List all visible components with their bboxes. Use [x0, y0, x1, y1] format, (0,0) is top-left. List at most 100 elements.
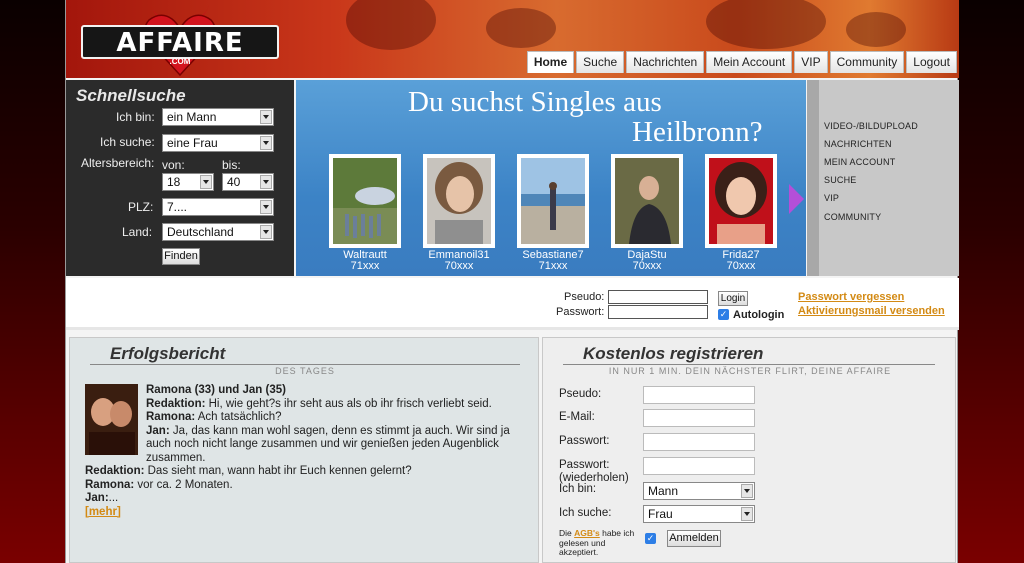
reg-password2-input[interactable]	[643, 457, 755, 475]
profile-thumb[interactable]	[611, 154, 683, 248]
reg-email-label: E-Mail:	[559, 411, 595, 423]
reg-i-am-select[interactable]: Mann	[643, 482, 755, 500]
profile-thumb[interactable]	[705, 154, 777, 248]
site-logo[interactable]: AFFAIRE .COM	[81, 3, 281, 78]
side-links: VIDEO-/BILDUPLOAD NACHRICHTEN MEIN ACCOU…	[807, 80, 959, 276]
couple-photo	[85, 384, 138, 455]
reg-looking-select[interactable]: Frau	[643, 505, 755, 523]
main-nav: Home Suche Nachrichten Mein Account VIP …	[525, 51, 957, 73]
logo-sub: .COM	[169, 57, 191, 66]
agb-link[interactable]: AGB's	[574, 528, 600, 538]
login-password-label: Passwort:	[556, 306, 605, 318]
zip-select[interactable]: 7....	[162, 198, 274, 216]
nav-nachrichten[interactable]: Nachrichten	[626, 51, 705, 73]
side-link-vip[interactable]: VIP	[824, 193, 839, 203]
reg-pseudo-input[interactable]	[643, 386, 755, 404]
chevron-down-icon	[260, 200, 272, 214]
register-title: Kostenlos registrieren	[583, 344, 764, 363]
reg-i-am-value: Mann	[648, 484, 679, 498]
autologin-checkbox[interactable]: ✓	[718, 309, 729, 320]
profile-thumb[interactable]	[329, 154, 401, 248]
looking-label: Ich suche:	[100, 135, 155, 149]
profile-thumb[interactable]	[517, 154, 589, 248]
activation-mail-link[interactable]: Aktivierungsmail versenden	[798, 305, 945, 317]
story-line: Jan: Ja, das kann man wohl sagen, denn e…	[146, 424, 510, 437]
register-subtitle: IN NUR 1 MIN. DEIN NÄCHSTER FLIRT, DEINE…	[608, 366, 892, 376]
age-to-select[interactable]: 40	[222, 173, 274, 191]
age-to-value: 40	[227, 175, 241, 189]
age-from-value: 18	[167, 175, 181, 189]
reg-password2-label: Passwort:	[559, 459, 610, 471]
chevron-down-icon	[741, 507, 753, 521]
profile-photo	[427, 158, 491, 244]
side-link-nachrichten[interactable]: NACHRICHTEN	[824, 139, 892, 149]
next-arrow-icon[interactable]	[789, 184, 804, 214]
profile-name[interactable]: Frida27 70xxx	[696, 250, 786, 272]
nav-mein-account[interactable]: Mein Account	[706, 51, 793, 73]
side-link-community[interactable]: COMMUNITY	[824, 212, 881, 222]
looking-select[interactable]: eine Frau	[162, 134, 274, 152]
story-subtitle: DES TAGES	[275, 366, 335, 376]
banner-headline-2: Heilbronn?	[632, 116, 763, 148]
quick-search-title: Schnellsuche	[76, 86, 186, 105]
zip-label: PLZ:	[128, 200, 154, 214]
profile-photo	[615, 158, 679, 244]
i-am-select[interactable]: ein Mann	[162, 108, 274, 126]
side-link-upload[interactable]: VIDEO-/BILDUPLOAD	[824, 121, 918, 131]
autologin-label: Autologin	[733, 309, 785, 321]
side-link-suche[interactable]: SUCHE	[824, 175, 857, 185]
success-story-panel: Erfolgsbericht DES TAGES Ramona (33) und…	[69, 337, 539, 563]
story-more-link[interactable]: [mehr]	[85, 506, 412, 520]
country-label: Land:	[122, 225, 153, 239]
reg-looking-value: Frau	[648, 507, 673, 521]
login-pseudo-label: Pseudo:	[564, 291, 605, 303]
agb-checkbox[interactable]: ✓	[645, 533, 656, 544]
site-header: AFFAIRE .COM Home Suche Nachrichten Mein…	[66, 0, 959, 78]
zip-value: 7....	[167, 200, 188, 214]
country-select[interactable]: Deutschland	[162, 223, 274, 241]
profile-photo	[333, 158, 397, 244]
profile-thumb[interactable]	[423, 154, 495, 248]
profile-name[interactable]: Sebastiane7 71xxx	[508, 250, 598, 272]
forgot-password-link[interactable]: Passwort vergessen	[798, 291, 904, 303]
reg-email-input[interactable]	[643, 409, 755, 427]
nav-community[interactable]: Community	[829, 51, 905, 73]
chevron-down-icon	[260, 136, 272, 150]
nav-vip[interactable]: VIP	[794, 51, 828, 73]
reg-password-input[interactable]	[643, 433, 755, 451]
agb-text: Die AGB's habe ich gelesen und akzeptier…	[559, 528, 635, 557]
login-pseudo-input[interactable]	[608, 290, 708, 304]
story-line: zusammen.	[146, 451, 206, 464]
nav-suche[interactable]: Suche	[576, 51, 625, 73]
find-button[interactable]: Finden	[162, 248, 200, 265]
reg-looking-label: Ich suche:	[559, 507, 612, 519]
login-password-input[interactable]	[608, 305, 708, 319]
i-am-label: Ich bin:	[116, 110, 155, 124]
reg-password-label: Passwort:	[559, 435, 610, 447]
story-title: Erfolgsbericht	[110, 344, 226, 363]
reg-pseudo-label: Pseudo:	[559, 388, 602, 400]
singles-banner[interactable]: Du suchst Singles aus Heilbronn? Waltrau…	[296, 80, 806, 276]
profile-name[interactable]: Waltrautt 71xxx	[320, 250, 410, 272]
login-button[interactable]: Login	[718, 291, 748, 306]
age-from-select[interactable]: 18	[162, 173, 214, 191]
logo-text: AFFAIRE	[116, 28, 244, 58]
chevron-down-icon	[260, 110, 272, 124]
banner-headline-1: Du suchst Singles aus	[408, 86, 662, 118]
profile-photo	[521, 158, 585, 244]
nav-logout[interactable]: Logout	[906, 51, 957, 73]
country-value: Deutschland	[167, 225, 234, 239]
looking-value: eine Frau	[167, 136, 218, 150]
story-line: Redaktion: Hi, wie geht?s ihr seht aus a…	[146, 397, 492, 410]
side-link-account[interactable]: MEIN ACCOUNT	[824, 157, 895, 167]
register-button[interactable]: Anmelden	[667, 530, 721, 547]
story-line: auch noch nicht lange zusammen und wir g…	[146, 438, 499, 450]
page-container: AFFAIRE .COM Home Suche Nachrichten Mein…	[65, 0, 959, 563]
story-line: Ramona: Ach tatsächlich?	[146, 411, 282, 423]
nav-home[interactable]: Home	[526, 51, 575, 73]
chevron-down-icon	[741, 484, 753, 498]
profile-name[interactable]: Emmanoil31 70xxx	[414, 250, 504, 272]
story-line: Ramona: vor ca. 2 Monaten.	[85, 478, 233, 491]
story-heading: Ramona (33) und Jan (35)	[146, 384, 286, 396]
profile-name[interactable]: DajaStu 70xxx	[602, 250, 692, 272]
